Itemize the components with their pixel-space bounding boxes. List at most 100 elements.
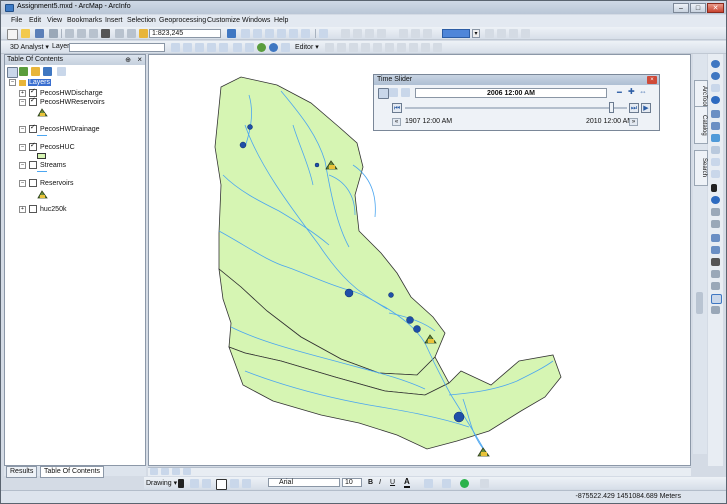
rotate-icon[interactable] (190, 479, 199, 488)
measure-icon[interactable] (711, 220, 720, 228)
editor-menu[interactable]: Editor ▾ (295, 43, 319, 51)
menu-geoprocessing[interactable]: Geoprocessing (156, 16, 209, 25)
time-slider-close-button[interactable]: × (647, 76, 657, 84)
list-by-selection-icon[interactable] (43, 67, 52, 76)
dock-scroll-handle[interactable] (696, 292, 703, 314)
time-options-icon[interactable] (378, 88, 389, 99)
list-by-source-icon[interactable] (19, 67, 28, 76)
enable-time-icon[interactable] (389, 88, 398, 97)
swipe-icon[interactable] (711, 306, 720, 314)
3d-tool-3-icon[interactable] (195, 43, 204, 52)
menu-customize[interactable]: Customize (204, 16, 243, 25)
3d-tool-2-icon[interactable] (183, 43, 192, 52)
toc-layer-reservoirs[interactable]: – Reservoirs (19, 179, 73, 187)
go-to-xy-icon[interactable] (711, 270, 720, 278)
map-scale-input[interactable]: 1:823,245 (149, 29, 221, 38)
zoom-to-selected-icon[interactable] (202, 479, 211, 488)
discharge-point[interactable] (344, 288, 354, 298)
drawing-menu[interactable]: Drawing ▾ (146, 479, 177, 487)
paste-icon[interactable] (89, 29, 98, 38)
3d-tool-7-icon[interactable] (245, 43, 254, 52)
reservoir-marker[interactable] (477, 447, 490, 457)
redo-icon[interactable] (127, 29, 136, 38)
select-elements-tool-icon[interactable] (178, 479, 184, 488)
editor-toolbar-icon[interactable] (227, 29, 236, 38)
tab-search[interactable]: Search (694, 150, 708, 186)
refresh-view-icon[interactable] (172, 468, 180, 475)
line-color-icon[interactable] (442, 479, 451, 488)
minimize-button[interactable]: – (673, 3, 689, 13)
menu-windows[interactable]: Windows (239, 16, 273, 25)
discharge-point[interactable] (388, 292, 394, 298)
maximize-button[interactable]: □ (690, 3, 706, 13)
rectangle-tool-icon[interactable] (216, 479, 227, 490)
select-features-icon[interactable] (711, 158, 720, 166)
find-icon[interactable] (711, 208, 720, 216)
tab-results[interactable]: Results (6, 466, 38, 478)
toc-layer-pecoshuc[interactable]: – PecosHUC (19, 141, 75, 151)
delete-icon[interactable] (101, 29, 110, 38)
identify-icon[interactable] (711, 196, 720, 204)
layer-visibility-checkbox[interactable] (29, 141, 37, 151)
collapse-icon[interactable]: – (9, 79, 16, 86)
collapse-icon[interactable]: – (19, 125, 26, 133)
zoom-in-icon[interactable] (711, 60, 720, 68)
fixed-zoom-out-icon[interactable] (711, 122, 720, 130)
underline-button[interactable]: U (390, 479, 395, 486)
discharge-point[interactable] (453, 411, 465, 423)
font-size-dropdown[interactable]: 10 (342, 478, 362, 487)
georef-icon[interactable] (319, 29, 328, 38)
3d-tool-8-icon[interactable] (281, 43, 290, 52)
zoom-out-icon[interactable] (711, 72, 720, 80)
previous-step-icon[interactable]: « (392, 118, 401, 126)
fixed-zoom-in-icon[interactable] (711, 110, 720, 118)
full-extent-time-icon[interactable]: ⇔ (639, 87, 647, 96)
pause-drawing-icon[interactable] (183, 468, 191, 475)
next-step-icon[interactable]: » (629, 118, 638, 126)
time-slider-icon[interactable] (711, 294, 722, 304)
undo-icon[interactable] (115, 29, 124, 38)
time-slider-track[interactable] (405, 107, 627, 109)
3d-tool-6-icon[interactable] (233, 43, 242, 52)
go-to-end-button[interactable]: ⏭ (629, 103, 639, 113)
menu-edit[interactable]: Edit (26, 16, 44, 25)
callout-tool-icon[interactable] (242, 479, 251, 488)
toc-layer-huc250k[interactable]: + huc250k (19, 205, 66, 213)
expand-icon[interactable]: + (19, 205, 26, 213)
italic-button[interactable]: I (379, 479, 381, 486)
zoom-out-time-icon[interactable]: ━ (617, 88, 622, 97)
play-button[interactable]: ▶ (641, 103, 651, 113)
toc-close-icon[interactable]: × (137, 55, 142, 64)
globe-icon[interactable] (257, 43, 266, 52)
3d-analyst-label[interactable]: 3D Analyst ▾ (10, 43, 49, 51)
full-extent-icon[interactable] (711, 96, 720, 104)
data-view-icon[interactable] (150, 468, 158, 475)
bold-button[interactable]: B (368, 479, 373, 486)
menu-insert[interactable]: Insert (102, 16, 126, 25)
copy-icon[interactable] (77, 29, 86, 38)
collapse-icon[interactable]: – (19, 179, 26, 187)
go-forward-icon[interactable] (711, 146, 720, 154)
discharge-point[interactable] (406, 316, 414, 324)
collapse-icon[interactable]: – (19, 143, 26, 151)
pan-icon[interactable] (711, 84, 720, 92)
html-popup-icon[interactable] (711, 246, 720, 254)
discharge-point[interactable] (413, 325, 421, 333)
layout-icon[interactable] (241, 29, 250, 38)
time-slider-thumb[interactable] (609, 102, 614, 113)
list-by-visibility-icon[interactable] (31, 67, 40, 76)
layout-view-icon[interactable] (161, 468, 169, 475)
binoculars-icon[interactable] (711, 258, 720, 266)
menu-help[interactable]: Help (271, 16, 291, 25)
menu-selection[interactable]: Selection (124, 16, 159, 25)
layer-visibility-checkbox[interactable] (29, 123, 37, 133)
open-icon[interactable] (21, 29, 30, 38)
color-swatch[interactable] (442, 29, 470, 38)
font-name-dropdown[interactable]: Arial (268, 478, 340, 487)
search-window-icon[interactable] (265, 29, 274, 38)
select-elements-icon[interactable] (711, 184, 717, 192)
color-dropdown-arrow[interactable]: ▾ (472, 29, 480, 38)
catalog-icon[interactable] (253, 29, 262, 38)
fill-color-icon[interactable] (424, 479, 433, 488)
zoom-in-time-icon[interactable]: ✚ (628, 87, 635, 96)
